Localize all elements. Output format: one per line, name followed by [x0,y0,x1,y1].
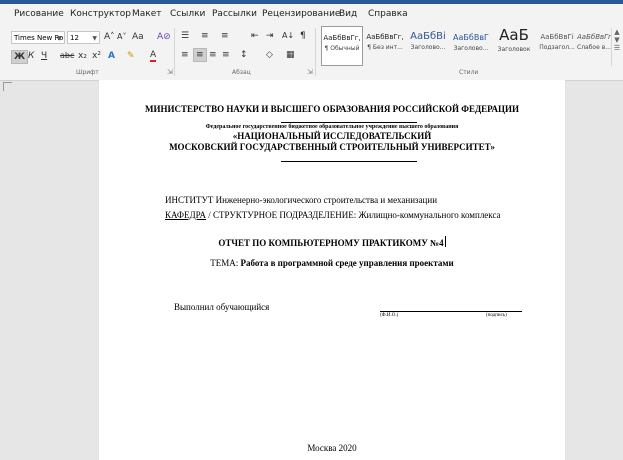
group-divider [174,28,175,76]
style-sample: АаБбВвГі [540,33,574,41]
style-sample: АаБ [499,26,529,44]
signature-caption: (подпись) [486,313,507,318]
tab-review[interactable]: Рецензирование [262,9,340,19]
highlight-icon[interactable]: ✎ [127,50,135,62]
align-center-icon[interactable]: ≡ [193,48,207,62]
strikethrough-button[interactable]: abc [60,50,74,62]
numbering-icon[interactable]: ≡ [201,30,209,42]
more-styles-icon[interactable]: ☰ [612,44,622,52]
topic-line: ТЕМА: Работа в программной среде управле… [99,258,565,268]
ribbon-home: Times New Ro ▼ 12 ▼ A˄ A˅ Aa A⊘ Ж К Ч abc … [0,24,623,81]
style-heading-1[interactable]: АаБбВі Заголово... [407,26,449,66]
university-line-2: МОСКОВСКИЙ ГОСУДАРСТВЕННЫЙ СТРОИТЕЛЬНЫЙ … [169,142,495,152]
header-rule [281,161,417,162]
style-sample: АаБбВвГ [453,33,489,42]
tab-design[interactable]: Конструктор [70,9,131,19]
style-normal[interactable]: АаБбВвГг, ¶ Обычный [321,26,363,66]
chevron-up-icon[interactable]: ▲ [612,28,622,36]
justify-icon[interactable]: ≡ [222,49,230,61]
font-color-icon[interactable]: A [150,50,157,62]
topic-label: ТЕМА: [210,258,241,268]
decrease-indent-icon[interactable]: ⇤ [251,30,259,42]
topic-text: Работа в программной среде управления пр… [240,258,454,268]
styles-group-label: Стили [459,69,479,76]
style-sample: АаБбВі [410,31,446,42]
shrink-font-icon[interactable]: A˅ [117,31,126,43]
performed-by-label: Выполнил обучающийся [174,302,270,312]
institute-line: ИНСТИТУТ Инженерно-экологического строит… [165,195,438,205]
tab-layout[interactable]: Макет [132,9,162,19]
tab-view[interactable]: Вид [339,9,357,19]
font-group-label: Шрифт [76,69,99,76]
ruler-corner [3,82,12,91]
style-name: Подзагол... [539,44,575,51]
style-sample: АаБбВвГг, [366,33,404,41]
institution-type: Федеральное государственное бюджетное об… [205,124,459,130]
font-size-select[interactable]: 12 ▼ [67,31,100,44]
borders-icon[interactable]: ▦ [286,49,295,61]
paragraph-group-label: Абзац [232,69,251,76]
city-year: Москва 2020 [307,443,357,453]
style-name: Слабое в... [577,44,611,51]
style-sample: АаБбВвГг, [577,33,611,41]
line-spacing-icon[interactable]: ↕ [240,49,248,61]
font-dialog-launcher-icon[interactable]: ⇲ [167,68,173,76]
signature-line [380,311,522,312]
style-name: Заголово... [410,44,446,51]
department-text: / СТРУКТУРНОЕ ПОДРАЗДЕЛЕНИЕ: Жилищно-ком… [206,210,501,220]
style-heading-2[interactable]: АаБбВвГ Заголово... [450,26,492,66]
style-name: Заголовок [497,46,531,53]
superscript-button[interactable]: x² [92,50,101,62]
style-no-spacing[interactable]: АаБбВвГг, ¶ Без инт... [364,26,406,66]
chevron-down-icon: ▼ [57,35,62,42]
report-title-text: ОТЧЕТ ПО КОМПЬЮТЕРНОМУ ПРАКТИКОМУ №4 [218,238,444,248]
text-effects-icon[interactable]: A [108,50,115,62]
paragraph-dialog-launcher-icon[interactable]: ⇲ [307,68,313,76]
align-right-icon[interactable]: ≡ [209,49,217,61]
font-name-value: Times New Ro [14,34,64,42]
subscript-button[interactable]: x₂ [78,50,87,62]
styles-scroll[interactable]: ▲ ▼ ☰ [611,28,622,66]
shading-icon[interactable]: ◇ [266,49,273,61]
department-label: КАФЕДРА [165,210,207,220]
university-line-1: «НАЦИОНАЛЬНЫЙ ИССЛЕДОВАТЕЛЬСКИЙ [232,131,432,141]
increase-indent-icon[interactable]: ⇥ [266,30,274,42]
font-name-select[interactable]: Times New Ro ▼ [11,31,65,44]
style-name: Заголово... [453,45,489,52]
font-size-value: 12 [70,34,79,42]
style-subtle-emphasis[interactable]: АаБбВвГг, Слабое в... [577,26,611,66]
department-line: КАФЕДРА / СТРУКТУРНОЕ ПОДРАЗДЕЛЕНИЕ: Жил… [165,210,501,220]
tab-draw[interactable]: Рисование [14,9,64,19]
tab-help[interactable]: Справка [368,9,408,19]
tab-mailings[interactable]: Рассылки [212,9,257,19]
grow-font-icon[interactable]: A˄ [104,31,115,43]
italic-button[interactable]: К [28,50,34,62]
style-name: ¶ Без инт... [367,44,403,51]
ministry-heading: МИНИСТЕРСТВО НАУКИ И ВЫСШЕГО ОБРАЗОВАНИЯ… [144,104,520,114]
underline-button[interactable]: Ч [41,50,47,62]
tab-references[interactable]: Ссылки [170,9,205,19]
chevron-down-icon: ▼ [92,35,97,42]
ribbon-tabs: Рисование Конструктор Макет Ссылки Рассы… [0,4,623,24]
style-subtitle[interactable]: АаБбВвГі Подзагол... [536,26,578,66]
text-cursor [444,236,446,247]
show-marks-icon[interactable]: ¶ [300,30,306,42]
align-left-icon[interactable]: ≡ [181,49,189,61]
bullets-icon[interactable]: ☰ [181,30,189,42]
style-sample: АаБбВвГг, [323,34,361,42]
style-name: ¶ Обычный [324,45,360,52]
change-case-icon[interactable]: Aa [132,31,144,43]
chevron-down-icon[interactable]: ▼ [612,36,622,44]
clear-formatting-icon[interactable]: A⊘ [157,31,171,43]
fio-caption: (Ф.И.О.) [380,313,399,318]
multilevel-list-icon[interactable]: ≡ [221,30,229,42]
sort-icon[interactable]: A↓ [282,30,294,42]
group-divider [315,28,316,76]
bold-button[interactable]: Ж [11,50,29,64]
report-title: ОТЧЕТ ПО КОМПЬЮТЕРНОМУ ПРАКТИКОМУ №4 [99,236,565,248]
header-rule [281,122,417,123]
style-title[interactable]: АаБ Заголовок [493,26,535,66]
document-page[interactable]: МИНИСТЕРСТВО НАУКИ И ВЫСШЕГО ОБРАЗОВАНИЯ… [99,80,565,460]
